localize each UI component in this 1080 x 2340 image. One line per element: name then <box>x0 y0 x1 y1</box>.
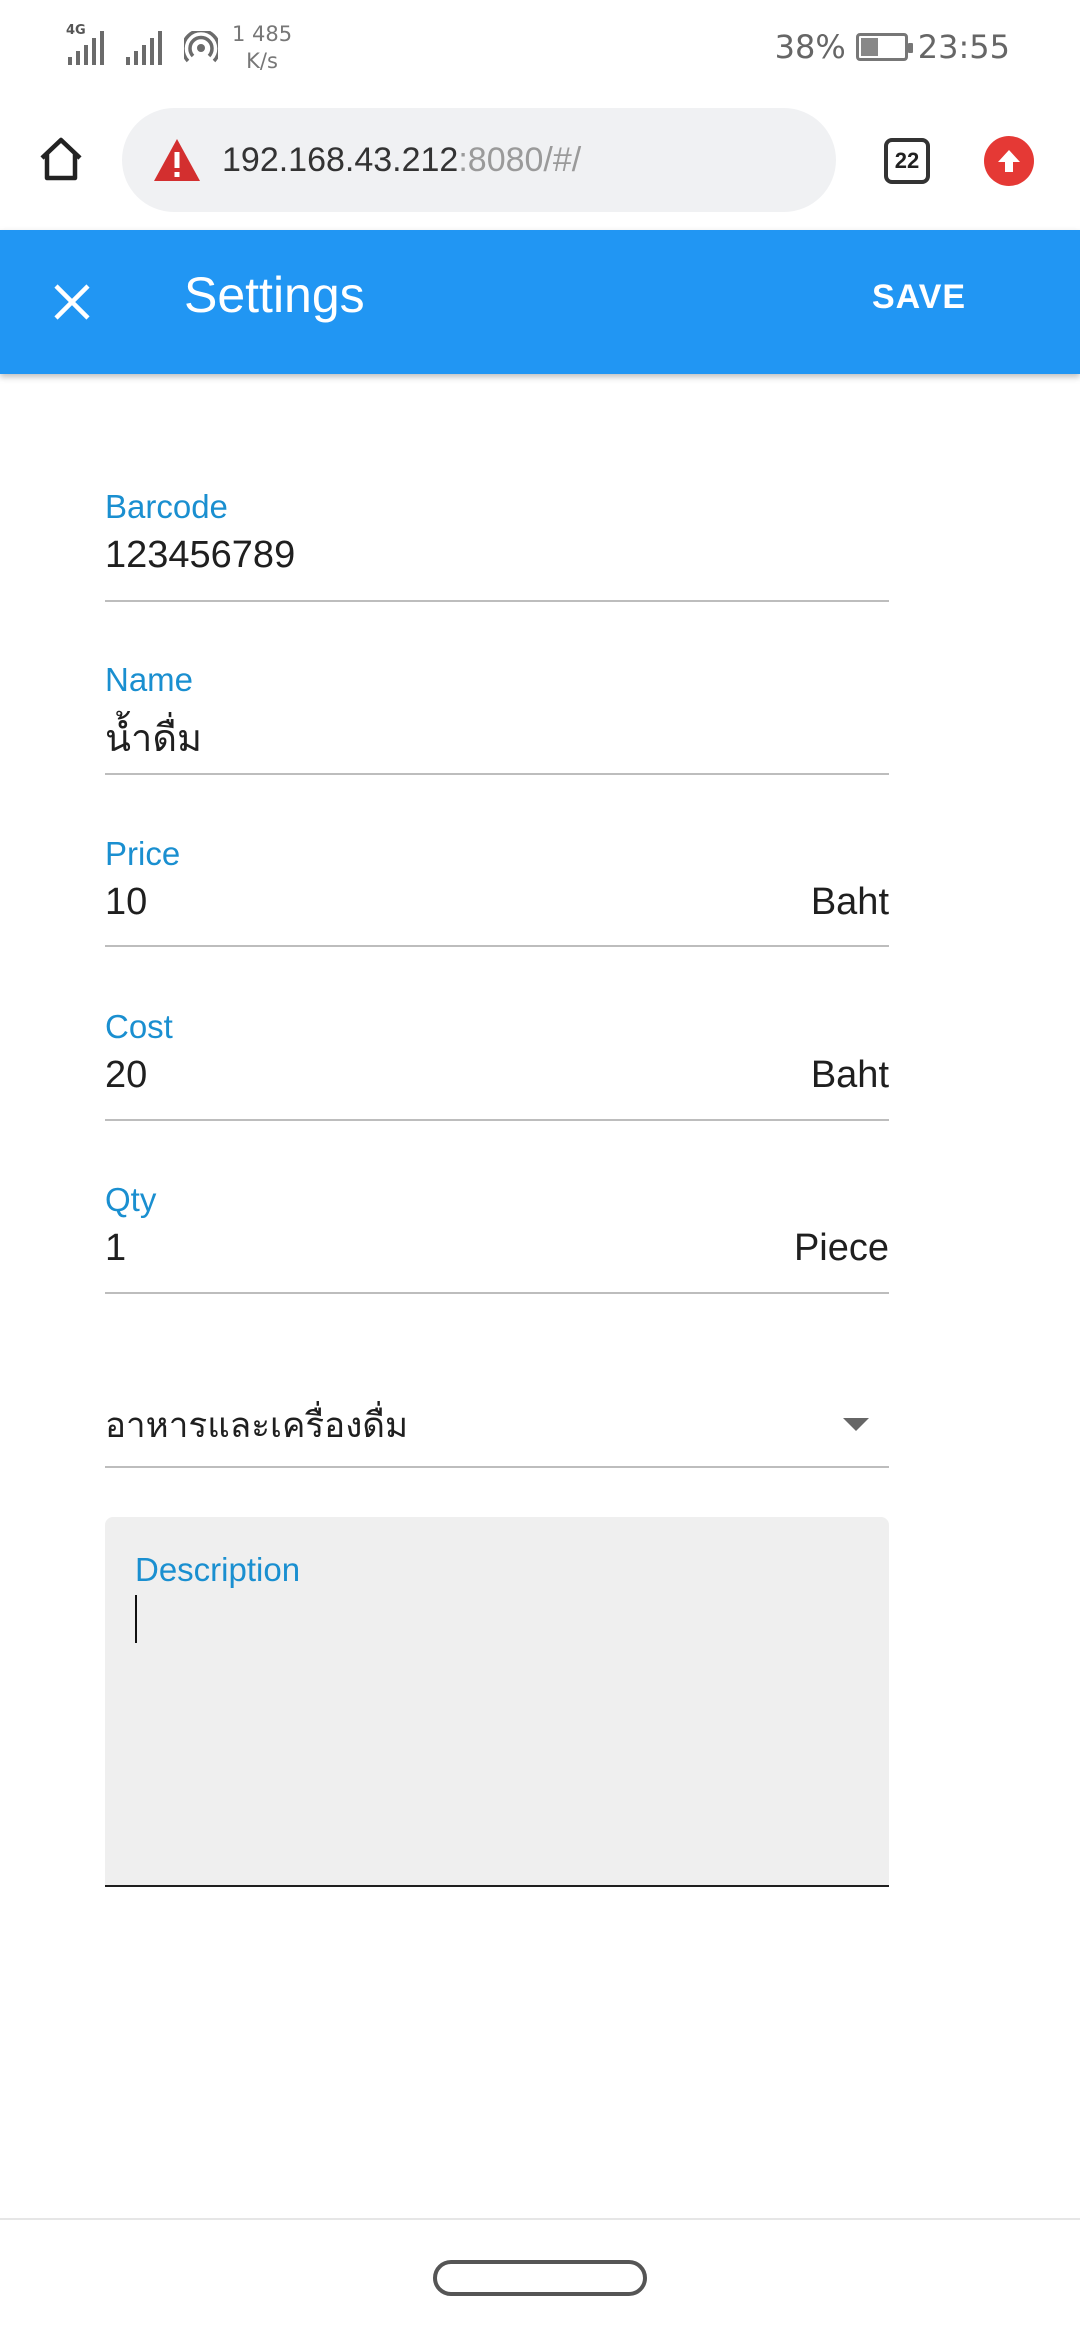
price-label: Price <box>105 835 181 872</box>
name-label: Name <box>105 661 194 698</box>
update-button[interactable] <box>984 136 1034 186</box>
url-text: 192.168.43.212:8080/#/ <box>222 141 581 180</box>
battery-icon <box>855 33 913 61</box>
description-textarea[interactable]: Description <box>105 1517 889 1887</box>
page-title: Settings <box>184 267 365 323</box>
barcode-field[interactable]: Barcode 123456789 <box>105 480 889 602</box>
app-toolbar: Settings SAVE <box>0 230 1080 374</box>
system-nav-bar <box>0 2218 1080 2340</box>
battery-percent: 38% <box>774 28 846 66</box>
price-unit: Baht <box>810 881 889 923</box>
tabs-button[interactable]: 22 <box>884 138 930 184</box>
network-type: 4G <box>66 23 86 38</box>
status-left: 4G 1 485 K/s <box>66 18 292 78</box>
save-button[interactable]: SAVE <box>872 278 966 317</box>
cost-value[interactable]: 20 <box>105 1054 147 1097</box>
signal-icon <box>126 31 162 65</box>
barcode-label: Barcode <box>105 488 228 525</box>
price-field[interactable]: Price 10 Baht <box>105 827 889 947</box>
tab-count: 22 <box>894 148 920 173</box>
text-cursor <box>135 1595 137 1643</box>
status-bar: 4G 1 485 K/s 38% 23:55 <box>0 0 1080 92</box>
clock: 23:55 <box>917 28 1010 66</box>
cost-label: Cost <box>105 1008 173 1045</box>
signal-4g-icon: 4G <box>66 24 104 65</box>
close-button[interactable] <box>42 272 102 332</box>
cost-field[interactable]: Cost 20 Baht <box>105 1000 889 1121</box>
qty-field[interactable]: Qty 1 Piece <box>105 1173 889 1294</box>
category-value: อาหารและเครื่องดื่ม <box>105 1406 409 1446</box>
home-gesture-pill[interactable] <box>433 2260 647 2296</box>
category-select[interactable]: อาหารและเครื่องดื่ม <box>105 1380 889 1468</box>
hotspot-icon <box>181 28 221 65</box>
url-host: 192.168.43.212 <box>222 140 459 179</box>
home-icon <box>40 137 82 181</box>
qty-unit: Piece <box>793 1227 889 1269</box>
net-speed-unit: K/s <box>246 49 278 73</box>
address-bar[interactable]: 192.168.43.212:8080/#/ <box>122 108 836 212</box>
price-value[interactable]: 10 <box>105 881 147 924</box>
barcode-value[interactable]: 123456789 <box>105 534 295 577</box>
url-path: :8080/#/ <box>458 140 582 179</box>
qty-label: Qty <box>105 1181 157 1218</box>
name-field[interactable]: Name น้ำดื่ม <box>105 653 889 775</box>
status-right: 38% 23:55 <box>775 22 1010 72</box>
close-icon <box>54 284 90 320</box>
net-speed-value: 1 485 <box>232 22 293 46</box>
browser-bar: 192.168.43.212:8080/#/ 22 <box>0 92 1080 230</box>
name-value[interactable]: น้ำดื่ม <box>105 707 202 768</box>
warning-icon <box>154 139 200 181</box>
cost-unit: Baht <box>810 1054 889 1096</box>
description-label: Description <box>135 1551 301 1588</box>
net-speed: 1 485 K/s <box>232 21 292 75</box>
qty-value[interactable]: 1 <box>105 1227 126 1270</box>
arrow-up-icon <box>998 150 1020 172</box>
dropdown-arrow-icon <box>843 1418 869 1431</box>
browser-home-button[interactable] <box>30 128 92 190</box>
